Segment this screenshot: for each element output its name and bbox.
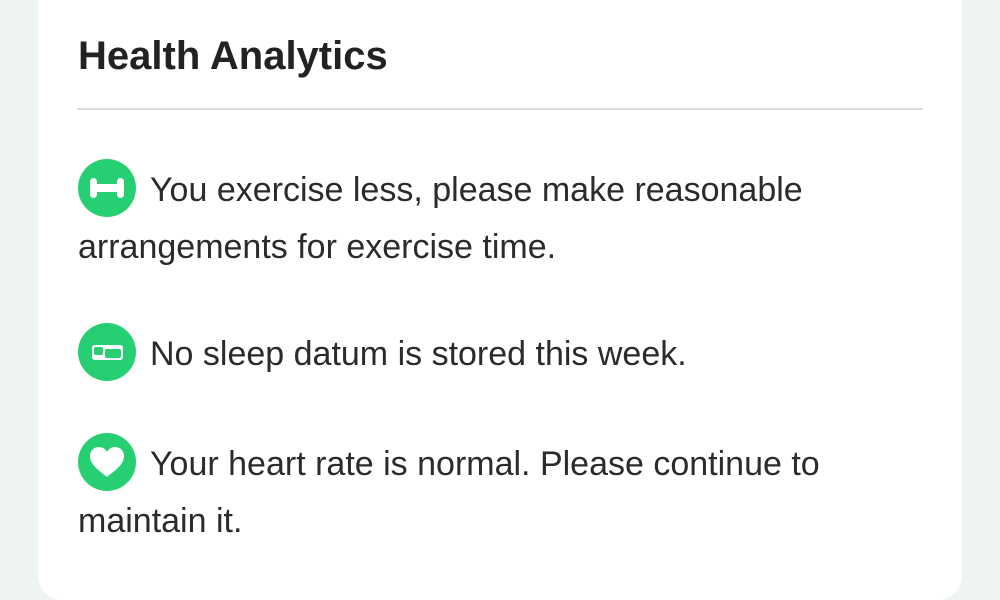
title-divider [77, 108, 923, 110]
health-analytics-card: Health Analytics You exercise less, plea… [38, 0, 962, 600]
insight-exercise: You exercise less, please make reasonabl… [78, 159, 898, 276]
heart-icon [78, 433, 136, 492]
insight-sleep: No sleep datum is stored this week. [78, 323, 898, 383]
card-title: Health Analytics [78, 34, 388, 78]
insight-heart-rate: Your heart rate is normal. Please contin… [78, 433, 898, 550]
bed-icon [78, 323, 136, 382]
insight-heart-rate-text: Your heart rate is normal. Please contin… [78, 445, 820, 540]
insight-exercise-text: You exercise less, please make reasonabl… [78, 171, 803, 266]
insight-sleep-text: No sleep datum is stored this week. [150, 335, 687, 373]
dumbbell-icon [78, 159, 136, 218]
